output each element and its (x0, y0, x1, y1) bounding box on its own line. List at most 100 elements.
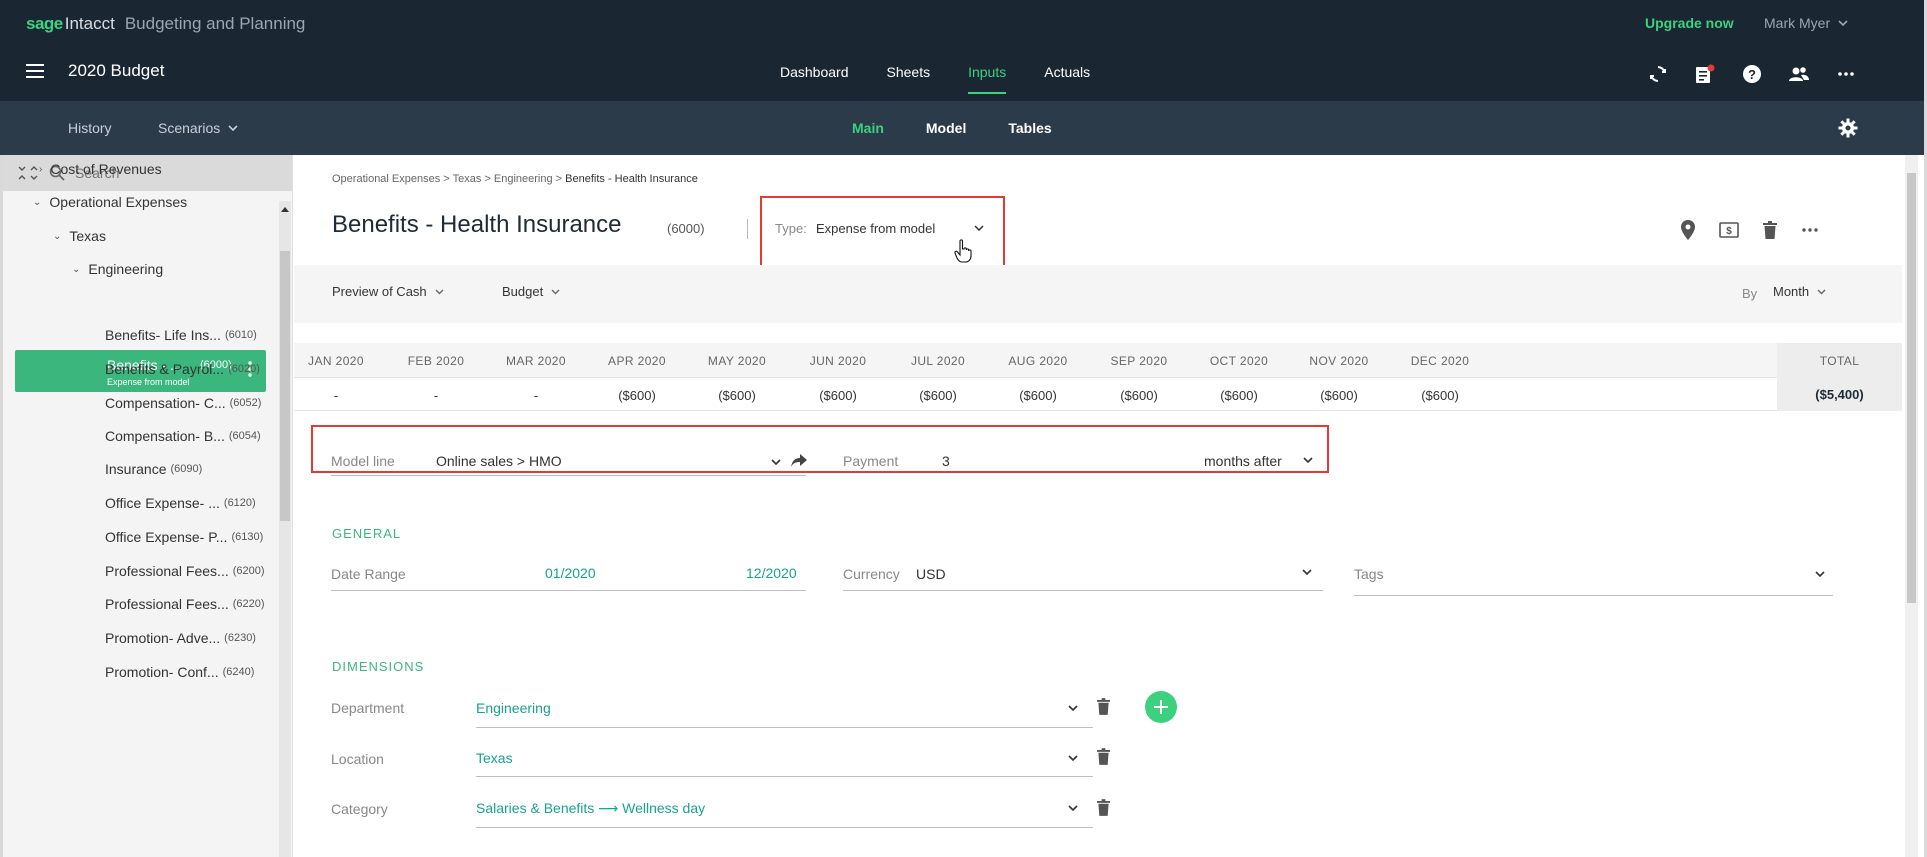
chevron-down-icon[interactable] (1068, 805, 1078, 811)
trash-icon[interactable] (1763, 221, 1777, 239)
currency-underline (843, 590, 1323, 591)
tree-item-texas[interactable]: ⌄ Texas (53, 228, 106, 244)
tree-item-label: Insurance (105, 461, 167, 477)
period-dropdown[interactable]: Month (1773, 284, 1826, 299)
currency-icon[interactable]: $ (1719, 222, 1739, 238)
scenarios-dropdown[interactable]: Scenarios (158, 120, 238, 136)
month-value-cell[interactable]: - (486, 388, 586, 403)
month-value-cell[interactable]: - (386, 388, 486, 403)
upgrade-now-link[interactable]: Upgrade now (1645, 15, 1734, 31)
month-value-cell[interactable]: ($600) (988, 388, 1088, 403)
chevron-down-icon[interactable] (1815, 571, 1825, 577)
tree-item-account[interactable]: Compensation- B... (6054) (105, 428, 261, 444)
tree-item-account[interactable]: Office Expense- P... (6130) (105, 529, 263, 545)
main-scrollbar[interactable] (1905, 155, 1918, 857)
notifications-icon[interactable] (1694, 64, 1716, 84)
location-pin-icon[interactable] (1681, 220, 1695, 240)
help-icon[interactable]: ? (1742, 64, 1762, 84)
tab-main[interactable]: Main (852, 120, 884, 136)
trash-icon[interactable] (1097, 799, 1110, 816)
date-range-end[interactable]: 12/2020 (746, 565, 797, 581)
scenario-dropdown[interactable]: Budget (502, 284, 560, 299)
tree-item-engineering[interactable]: ⌄ Engineering (72, 261, 163, 277)
main-scroll-thumb[interactable] (1907, 173, 1916, 603)
breadcrumb-item[interactable]: Texas (453, 173, 482, 185)
chevron-down-icon[interactable] (1303, 457, 1313, 463)
location-dropdown[interactable]: Texas (476, 750, 513, 766)
chevron-down-icon[interactable] (1302, 569, 1312, 575)
section-general-heading: GENERAL (332, 526, 402, 541)
month-value-cell[interactable]: ($600) (888, 388, 988, 403)
month-value-cell[interactable]: ($600) (788, 388, 888, 403)
sub-nav: Main Model Tables (852, 120, 1094, 136)
tab-tables[interactable]: Tables (1008, 120, 1051, 136)
tags-input[interactable] (1354, 595, 1833, 596)
tree-item-account[interactable]: Professional Fees... (6200) (105, 563, 265, 579)
by-label-text: By (1742, 286, 1758, 301)
date-range-start[interactable]: 01/2020 (545, 565, 596, 581)
tree-item-account[interactable]: Promotion- Adve... (6230) (105, 630, 256, 646)
tree-item-label: Compensation- C... (105, 395, 226, 411)
trash-icon[interactable] (1097, 698, 1110, 715)
nav-dashboard[interactable]: Dashboard (780, 64, 849, 94)
breadcrumb-current: Benefits - Health Insurance (565, 173, 698, 185)
month-value-cell[interactable]: ($600) (1289, 388, 1389, 403)
add-dimension-button[interactable] (1145, 691, 1177, 723)
payment-unit-dropdown[interactable]: months after (1204, 453, 1282, 469)
filter-bar: Preview of Cash Budget By Month (294, 265, 1902, 323)
chevron-down-icon[interactable] (771, 459, 781, 465)
user-menu[interactable]: Mark Myer (1764, 15, 1848, 31)
tree-item-label: Engineering (88, 261, 164, 277)
month-value-cell[interactable]: ($600) (1089, 388, 1189, 403)
tree-item-account[interactable]: Office Expense- ... (6120) (105, 495, 256, 511)
month-header: JUL 2020 (910, 354, 966, 368)
trash-icon[interactable] (1097, 748, 1110, 765)
tree-item-account[interactable]: Professional Fees... (6220) (105, 596, 265, 612)
nav-inputs[interactable]: Inputs (968, 64, 1007, 94)
view-dropdown[interactable]: Preview of Cash (332, 284, 444, 299)
tree-item-cost-of-revenues[interactable]: › Cost of Revenues (39, 161, 162, 177)
breadcrumb-item[interactable]: Engineering (494, 173, 553, 185)
nav-sheets[interactable]: Sheets (887, 64, 931, 94)
scroll-up-arrow-icon[interactable] (281, 207, 289, 212)
tree-item-operational-expenses[interactable]: ⌄ Operational Expenses (33, 194, 187, 210)
more-icon[interactable] (1836, 64, 1856, 84)
nav-actuals[interactable]: Actuals (1044, 64, 1090, 94)
tree-item-account[interactable]: Promotion- Conf... (6240) (105, 664, 254, 680)
budget-title[interactable]: 2020 Budget (68, 61, 164, 81)
currency-dropdown[interactable]: USD (916, 566, 946, 582)
month-value-cell[interactable]: ($600) (1390, 388, 1490, 403)
gear-icon[interactable] (1838, 118, 1858, 138)
department-dropdown[interactable]: Engineering (476, 700, 551, 716)
tab-model[interactable]: Model (926, 120, 966, 136)
more-icon[interactable] (1801, 227, 1819, 233)
total-value: ($5,400) (1815, 387, 1864, 402)
month-value-cell[interactable]: ($600) (687, 388, 787, 403)
chevron-down-icon[interactable] (1068, 705, 1078, 711)
chevron-down-icon[interactable] (974, 225, 984, 231)
model-line-dropdown[interactable]: Online sales > HMO (436, 453, 562, 469)
tree-item-account[interactable]: Compensation- C... (6052) (105, 395, 261, 411)
share-arrow-icon[interactable] (791, 454, 807, 468)
sidebar-scrollbar[interactable] (279, 201, 291, 857)
breadcrumb-item[interactable]: Operational Expenses (332, 173, 440, 185)
month-value-cell[interactable]: ($600) (587, 388, 687, 403)
tree-item-label: Texas (69, 228, 106, 244)
chevron-down-icon[interactable] (1068, 755, 1078, 761)
history-link[interactable]: History (68, 120, 112, 136)
tree-item-account[interactable]: Insurance (6090) (105, 461, 202, 477)
sidebar-scroll-thumb[interactable] (280, 251, 290, 521)
tree-item-label: Professional Fees... (105, 563, 229, 579)
category-dropdown[interactable]: Salaries & Benefits ⟶ Wellness day (476, 800, 705, 817)
section-dimensions-heading: DIMENSIONS (332, 659, 425, 674)
month-value-cell[interactable]: ($600) (1189, 388, 1289, 403)
type-dropdown[interactable]: Expense from model (816, 221, 935, 236)
collapse-expand-icon[interactable] (17, 165, 39, 181)
tree-item-account[interactable]: Benefits & Payrol... (6020) (105, 361, 260, 377)
users-icon[interactable] (1788, 64, 1810, 84)
sync-icon[interactable] (1648, 64, 1668, 84)
tree-item-account[interactable]: Benefits- Life Ins... (6010) (105, 327, 257, 343)
hamburger-menu-icon[interactable] (26, 64, 44, 78)
payment-input[interactable]: 3 (942, 453, 950, 469)
month-value-cell[interactable]: - (286, 388, 386, 403)
